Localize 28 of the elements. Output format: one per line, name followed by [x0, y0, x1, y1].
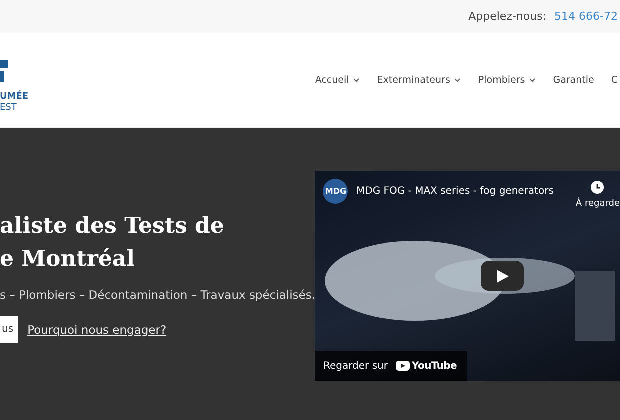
- watch-on-label: Regarder sur: [323, 360, 388, 372]
- hero-heading: aliste des Tests de e Montréal: [0, 212, 226, 274]
- chevron-down-icon: [529, 78, 536, 82]
- nav-link[interactable]: Plombiers: [478, 74, 536, 86]
- channel-avatar[interactable]: MDG: [323, 179, 348, 204]
- why-hire-link[interactable]: Pourquoi nous engager?: [28, 322, 167, 336]
- play-button[interactable]: [481, 261, 524, 291]
- contact-button[interactable]: us: [0, 316, 18, 343]
- nav-link[interactable]: Exterminateurs: [377, 74, 462, 86]
- watch-later-label[interactable]: À regarde: [576, 199, 620, 209]
- video-title[interactable]: MDG FOG - MAX series - fog generators: [356, 186, 554, 197]
- chevron-down-icon: [353, 78, 360, 82]
- nav-link[interactable]: Garantie: [553, 74, 594, 86]
- play-icon: [496, 270, 509, 282]
- nav-link[interactable]: Accueil: [315, 74, 360, 86]
- logo-mark-icon: [0, 60, 8, 82]
- chevron-down-icon: [454, 78, 462, 82]
- youtube-wordmark: YouTube: [412, 360, 457, 372]
- phone-link[interactable]: 514 666-72: [554, 10, 618, 23]
- call-label: Appelez-nous:: [468, 10, 547, 23]
- hero-subtitle: s – Plombiers – Décontamination – Travaux spécialisés.: [0, 288, 316, 302]
- video-player[interactable]: MDG MDG FOG - MAX series - fog generators À regarde Regarder sur YouTube: [315, 171, 620, 381]
- play-logo-icon: [396, 361, 410, 371]
- logo-text: UMÉE: [0, 92, 30, 103]
- clock-icon[interactable]: [591, 181, 604, 194]
- nav-link[interactable]: C: [611, 74, 618, 86]
- logo-subtext: EST: [0, 103, 18, 114]
- watch-on-youtube-bar[interactable]: Regarder sur YouTube: [315, 351, 467, 381]
